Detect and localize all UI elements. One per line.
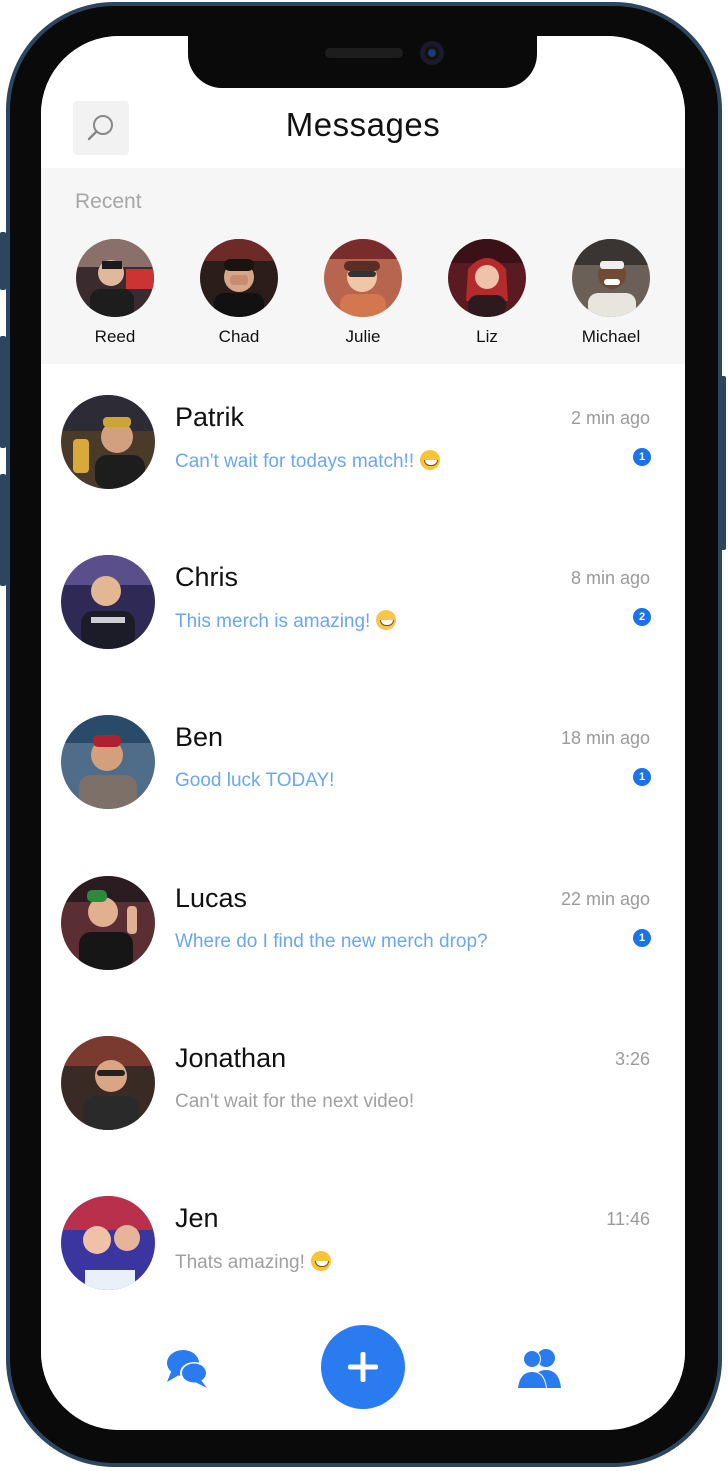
chat-bubbles-icon: [167, 1350, 208, 1388]
contacts-icon: [517, 1349, 561, 1388]
message-text: Thats amazing!: [175, 1252, 305, 1273]
avatar: [61, 1196, 155, 1290]
app-screen: Messages Recent Reed Chad Julie Liz Mich…: [41, 36, 685, 1430]
grin-emoji-icon: [310, 1251, 331, 1271]
power-button: [720, 376, 726, 550]
scream-emoji-icon: [376, 610, 397, 630]
timestamp: 3:26: [614, 1049, 650, 1069]
unread-badge: 1: [633, 768, 651, 786]
conversation-row[interactable]: Jonathan 3:26 Can't wait for the next vi…: [41, 1005, 685, 1165]
avatar: [324, 239, 402, 317]
avatar: [61, 555, 155, 649]
recent-contact-name: Michael: [581, 327, 641, 346]
volume-down-button: [0, 474, 6, 586]
avatar: [61, 395, 155, 489]
recent-contact-name: Reed: [94, 327, 136, 346]
avatar: [200, 239, 278, 317]
unread-badge: 1: [633, 929, 651, 947]
conversation-row[interactable]: Lucas 22 min ago Where do I find the new…: [41, 845, 685, 1005]
page-title: Messages: [285, 106, 441, 143]
message-text: Can't wait for todays match!!: [175, 451, 415, 472]
message-preview: This merch is amazing!: [175, 610, 397, 633]
recent-contact-name: Liz: [476, 327, 498, 346]
message-preview: Thats amazing!: [175, 1251, 331, 1274]
unread-badge: 2: [633, 608, 651, 626]
message-preview: Where do I find the new merch drop?: [175, 931, 488, 952]
message-preview: Can't wait for todays match!!: [175, 450, 441, 473]
avatar: [76, 239, 154, 317]
plus-icon: [348, 1352, 378, 1382]
contact-name: Chris: [175, 562, 239, 592]
avatar: [61, 876, 155, 970]
recent-contact[interactable]: Chad: [189, 239, 289, 347]
contacts-tab[interactable]: [515, 1346, 563, 1390]
timestamp: 11:46: [606, 1209, 650, 1229]
conversation-row[interactable]: Ben 18 min ago Good luck TODAY! 1: [41, 684, 685, 844]
avatar: [61, 715, 155, 809]
contact-name: Lucas: [175, 883, 248, 913]
volume-up-button: [0, 336, 6, 448]
recent-contact[interactable]: Michael: [561, 239, 661, 347]
timestamp: 8 min ago: [570, 568, 650, 588]
recent-contact[interactable]: Julie: [313, 239, 413, 347]
contact-name: Patrik: [175, 402, 245, 432]
recent-label: Recent: [75, 190, 142, 213]
recent-contact[interactable]: Liz: [437, 239, 537, 347]
contact-name: Jonathan: [175, 1043, 287, 1073]
message-preview: Good luck TODAY!: [175, 770, 335, 791]
avatar: [572, 239, 650, 317]
recent-section: Recent Reed Chad Julie Liz Michael: [41, 168, 685, 364]
device-notch: [188, 28, 537, 88]
recent-contact-name: Chad: [218, 327, 260, 346]
timestamp: 18 min ago: [560, 728, 650, 748]
avatar: [61, 1036, 155, 1130]
message-preview: Can't wait for the next video!: [175, 1091, 415, 1112]
avatar: [448, 239, 526, 317]
message-text: This merch is amazing!: [175, 611, 371, 632]
front-camera: [420, 41, 444, 65]
recent-contact[interactable]: Reed: [65, 239, 165, 347]
contact-name: Jen: [175, 1203, 219, 1233]
conversation-row[interactable]: Patrik 2 min ago Can't wait for todays m…: [41, 364, 685, 524]
timestamp: 22 min ago: [560, 889, 650, 909]
timestamp: 2 min ago: [570, 408, 650, 428]
contact-name: Ben: [175, 722, 224, 752]
chats-tab[interactable]: [165, 1346, 211, 1390]
recent-contact-name: Julie: [345, 327, 381, 346]
unread-badge: 1: [633, 448, 651, 466]
conversation-row[interactable]: Jen 11:46 Thats amazing!: [41, 1165, 685, 1325]
speaker-grille: [325, 48, 403, 58]
bottom-nav: [41, 1314, 685, 1430]
new-message-button[interactable]: [321, 1325, 405, 1409]
side-button: [0, 232, 6, 290]
conversation-row[interactable]: Chris 8 min ago This merch is amazing! 2: [41, 524, 685, 684]
grin-emoji-icon: [420, 450, 441, 470]
